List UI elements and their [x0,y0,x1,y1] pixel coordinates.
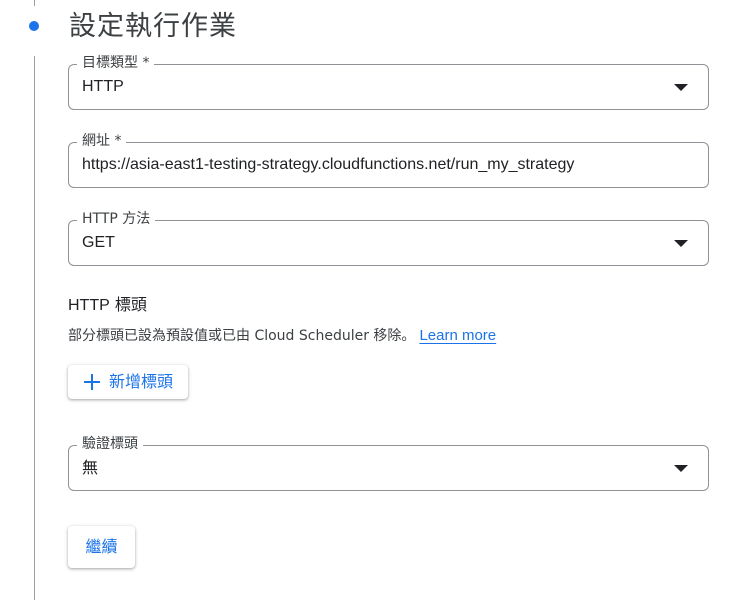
http-headers-heading-cjk: 標頭 [114,295,147,314]
step-dot-icon [29,21,39,31]
stepper-rail-top [34,0,35,6]
target-type-label: 目標類型 * [77,54,155,72]
http-method-value: GET [82,234,115,251]
caret-down-icon [674,240,688,247]
url-value: https://asia-east1-testing-strategy.clou… [82,156,575,173]
stepper-rail [34,56,35,600]
learn-more-link[interactable]: Learn more [419,327,496,344]
continue-button[interactable]: 繼續 [68,526,135,568]
url-label: 網址 * [77,132,127,150]
target-type-select[interactable]: 目標類型 * HTTP [68,54,709,110]
helper-text: 部分標頭已設為預設值或已由 Cloud Scheduler 移除。 [68,328,416,344]
auth-header-label: 驗證標頭 [77,435,143,453]
auth-header-select[interactable]: 驗證標頭 無 [68,435,709,491]
http-headers-helper: 部分標頭已設為預設值或已由 Cloud Scheduler 移除。 Learn m… [68,326,496,346]
plus-icon [83,374,100,390]
add-header-button[interactable]: 新增標頭 [68,365,188,399]
caret-down-icon [674,465,688,472]
caret-down-icon [674,84,688,91]
http-headers-heading: HTTP 標頭 [68,294,147,317]
add-header-label: 新增標頭 [108,372,173,391]
http-method-select[interactable]: HTTP 方法 GET [68,210,709,266]
continue-label: 繼續 [85,537,118,556]
http-method-label: HTTP 方法 [77,210,156,228]
step-title: 設定執行作業 [69,11,237,42]
http-headers-heading-latin: HTTP [68,297,110,314]
target-type-value: HTTP [82,78,124,95]
auth-header-value: 無 [82,458,99,477]
url-input[interactable]: 網址 * https://asia-east1-testing-strategy… [68,132,709,188]
